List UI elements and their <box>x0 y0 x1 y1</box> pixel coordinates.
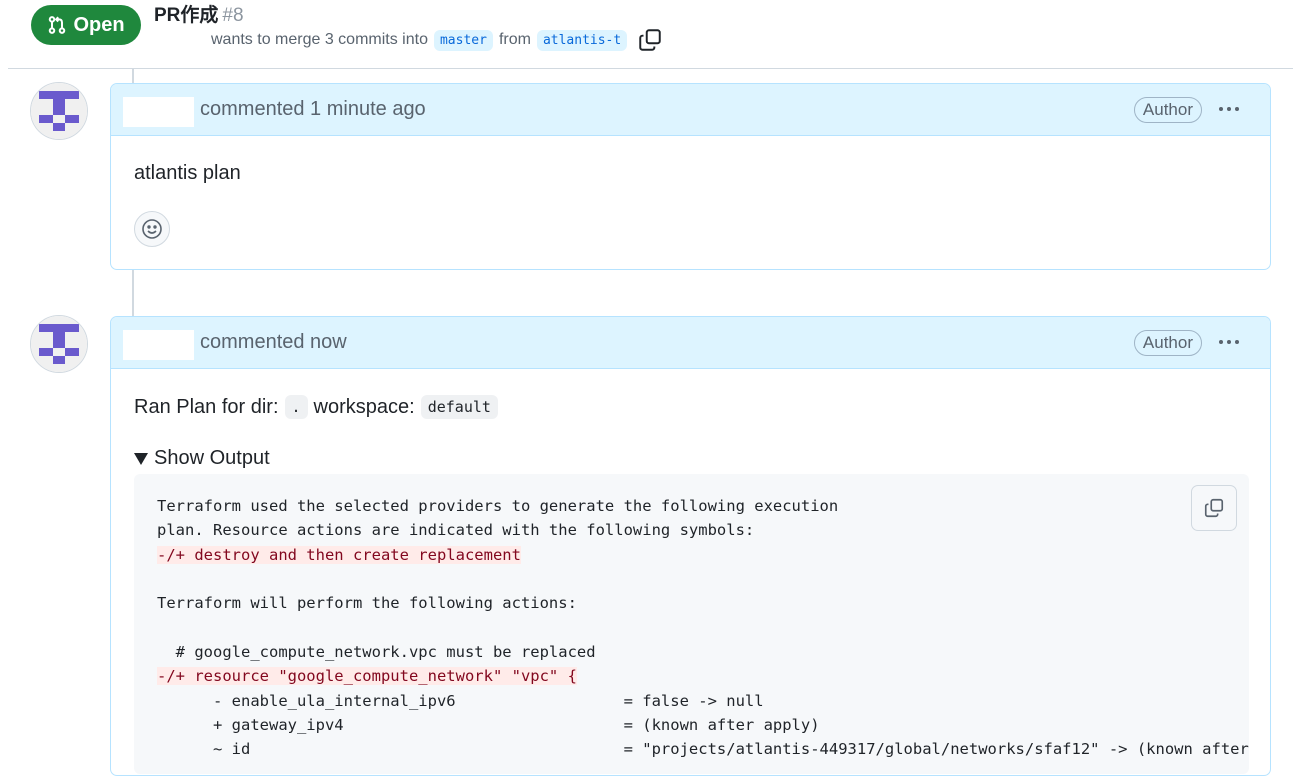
from-word: from <box>498 31 531 48</box>
copy-output-button[interactable] <box>1191 485 1237 531</box>
avatar[interactable] <box>30 315 88 373</box>
comment-header: commented now Author <box>111 317 1270 369</box>
show-output-toggle[interactable]: Show Output <box>134 447 270 470</box>
output-line: plan. Resource actions are indicated wit… <box>157 518 1249 542</box>
workspace-code: default <box>420 395 498 419</box>
head-branch-link[interactable]: atlantis-t <box>536 29 628 51</box>
comment-card: commented now Author Ran Plan for dir: .… <box>110 316 1271 776</box>
base-branch-link[interactable]: master <box>433 29 493 51</box>
timeline-line <box>132 270 134 317</box>
plan-summary-line: Ran Plan for dir: . workspace: default <box>134 395 498 419</box>
identicon-avatar <box>31 316 87 372</box>
output-line-text: # google_compute_network.vpc must be rep… <box>157 643 596 662</box>
show-output-label: Show Output <box>154 447 270 469</box>
output-line: Terraform will perform the following act… <box>157 591 1249 615</box>
pr-state-badge: Open <box>31 5 141 45</box>
author-badge: Author <box>1133 97 1202 123</box>
output-line-text: Terraform used the selected providers to… <box>157 497 839 515</box>
header-divider <box>8 68 1293 69</box>
output-line-text: ~ id = "projects/atlantis-449317/global/… <box>157 740 1249 759</box>
kebab-horizontal-icon[interactable] <box>1214 330 1244 354</box>
copy-icon[interactable] <box>637 27 663 53</box>
disclosure-triangle-icon <box>134 452 148 465</box>
plan-output-block: Terraform used the selected providers to… <box>134 474 1249 774</box>
timeline-line <box>132 69 134 83</box>
output-line-removed: -/+ destroy and then create replacement <box>157 543 1249 567</box>
pr-number: #8 <box>222 5 244 26</box>
pr-title-text: PR作成 <box>154 5 219 26</box>
comment-card: commented 1 minute ago Author atlantis p… <box>110 83 1271 270</box>
plan-output-text: Terraform used the selected providers to… <box>157 494 1249 762</box>
comment-timestamp[interactable]: commented now <box>200 331 347 354</box>
author-name-redacted <box>123 330 194 360</box>
output-line-text: - enable_ula_internal_ipv6 = false -> nu… <box>157 691 764 710</box>
pr-title: PR作成 #8 <box>154 0 244 27</box>
output-line: ~ id = "projects/atlantis-449317/global/… <box>157 737 1249 761</box>
author-badge: Author <box>1133 330 1202 356</box>
comment-header: commented 1 minute ago Author <box>111 84 1270 136</box>
plan-prefix: Ran Plan for dir: <box>134 395 279 418</box>
smiley-icon <box>142 219 162 239</box>
add-reaction-button[interactable] <box>134 211 170 247</box>
output-line: Terraform used the selected providers to… <box>157 494 1249 518</box>
output-line-removed: -/+ resource "google_compute_network" "v… <box>157 664 1249 688</box>
comment-body: atlantis plan <box>134 162 241 184</box>
output-line-text: -/+ resource "google_compute_network" "v… <box>157 667 577 686</box>
output-line: + gateway_ipv4 = (known after apply) <box>157 713 1249 737</box>
merge-prefix: wants to merge 3 commits into <box>211 31 428 48</box>
output-line-text: Terraform will perform the following act… <box>157 594 577 613</box>
output-line: - enable_ula_internal_ipv6 = false -> nu… <box>157 689 1249 713</box>
author-name-redacted <box>123 97 194 127</box>
kebab-horizontal-icon[interactable] <box>1214 97 1244 121</box>
comment-timestamp[interactable]: commented 1 minute ago <box>200 98 426 121</box>
avatar[interactable] <box>30 82 88 140</box>
git-pull-request-icon <box>49 16 66 34</box>
merge-summary: wants to merge 3 commits into master fro… <box>211 28 663 52</box>
output-line-text: + gateway_ipv4 = (known after apply) <box>157 716 820 735</box>
output-line-text: plan. Resource actions are indicated wit… <box>157 521 755 540</box>
output-line: # google_compute_network.vpc must be rep… <box>157 640 1249 664</box>
identicon-avatar <box>31 83 87 139</box>
output-line-text: -/+ destroy and then create replacement <box>157 545 521 564</box>
pr-state-label: Open <box>73 13 125 36</box>
dir-code: . <box>284 395 308 419</box>
workspace-label: workspace: <box>313 395 415 418</box>
copy-icon <box>1204 498 1224 518</box>
